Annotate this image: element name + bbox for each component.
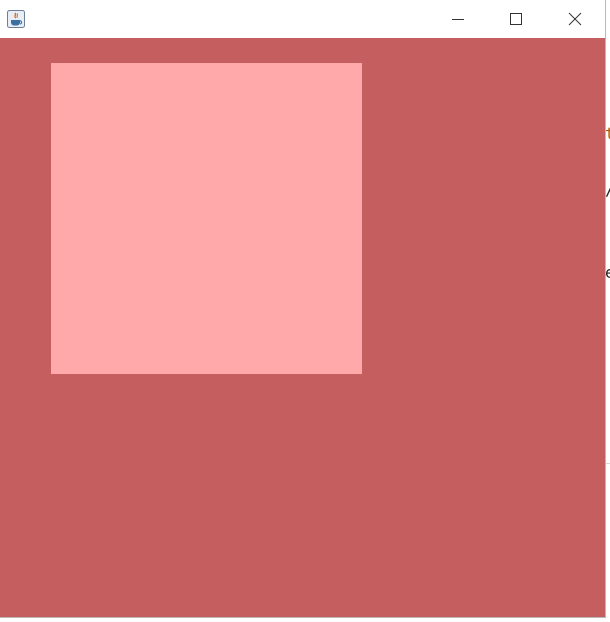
- java-app-icon[interactable]: [7, 10, 25, 28]
- minimize-icon: [452, 19, 464, 20]
- maximize-icon: [510, 13, 522, 25]
- minimize-button[interactable]: [429, 0, 487, 38]
- close-button[interactable]: [546, 0, 604, 38]
- application-window: [0, 0, 606, 618]
- drawing-canvas[interactable]: [0, 38, 605, 617]
- title-bar[interactable]: [0, 0, 605, 38]
- pink-square: [51, 63, 362, 374]
- maximize-button[interactable]: [487, 0, 545, 38]
- close-icon: [568, 12, 582, 26]
